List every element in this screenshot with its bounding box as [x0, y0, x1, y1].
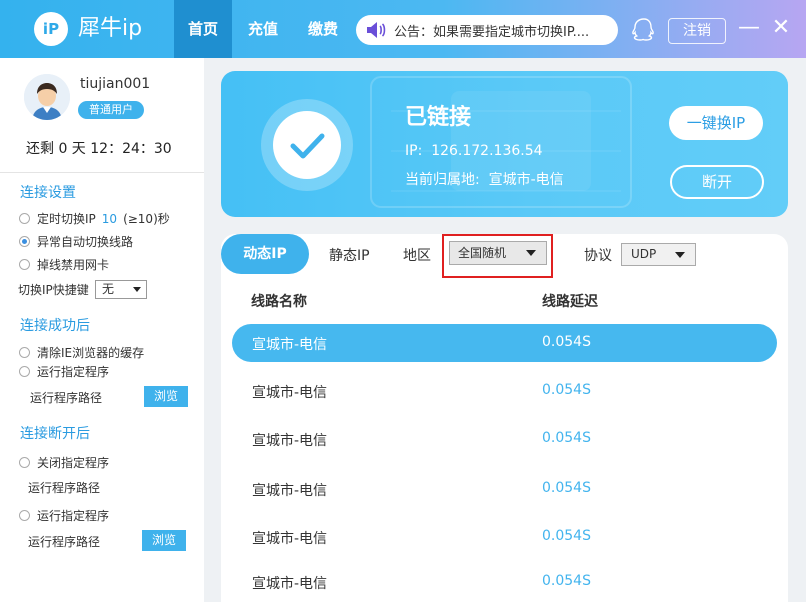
browse-button[interactable]: 浏览	[144, 386, 188, 407]
disable-nic-option[interactable]: 掉线禁用网卡	[19, 256, 109, 273]
connection-status-title: 已链接	[405, 105, 472, 130]
table-row[interactable]: 宣城市-电信 0.054S	[232, 324, 777, 362]
line-name: 宣城市-电信	[252, 531, 328, 547]
line-latency: 0.054S	[542, 382, 591, 398]
sidebar: tiujian001 普通用户 还剩 0 天 12：24：30 连接设置 定时切…	[0, 58, 204, 602]
run-program-radio[interactable]	[19, 510, 30, 521]
table-row[interactable]: 宣城市-电信 0.054S	[232, 470, 777, 508]
connection-status-card: 已链接 IP: 126.172.136.54 当前归属地: 宣城市-电信 一键换…	[221, 71, 788, 217]
disable-nic-label: 掉线禁用网卡	[37, 258, 110, 272]
program-path-label: 运行程序路径	[30, 391, 103, 405]
line-latency: 0.054S	[542, 528, 591, 544]
program-path-label: 运行程序路径	[28, 535, 101, 549]
region-select[interactable]: 全国随机	[449, 241, 547, 265]
speaker-icon	[367, 22, 386, 38]
timed-switch-option[interactable]: 定时切换IP 10 (≥10)秒	[19, 210, 170, 227]
column-header-latency: 线路延迟	[542, 294, 598, 310]
line-name: 宣城市-电信	[252, 433, 328, 449]
table-row[interactable]: 宣城市-电信 0.054S	[232, 563, 777, 601]
minimize-icon[interactable]: —	[736, 14, 762, 42]
protocol-select[interactable]: UDP	[621, 243, 696, 266]
run-program-option[interactable]: 运行指定程序	[19, 507, 109, 524]
table-row[interactable]: 宣城市-电信 0.054S	[232, 518, 777, 556]
disable-nic-radio[interactable]	[19, 259, 30, 270]
tab-dynamic-ip[interactable]: 动态IP	[221, 234, 309, 274]
run-program-option[interactable]: 运行指定程序	[19, 363, 109, 380]
disconnect-button[interactable]: 断开	[670, 165, 764, 199]
chevron-down-icon	[133, 287, 141, 292]
title-bar: iP 犀牛ip 首页 充值 缴费 公告：如果需要指定城市切换IP.... 注销 …	[0, 0, 806, 58]
hotkey-select[interactable]: 无	[95, 280, 147, 299]
line-latency: 0.054S	[542, 334, 591, 350]
line-latency: 0.054S	[542, 573, 591, 589]
auto-switch-option[interactable]: 异常自动切换线路	[19, 233, 133, 250]
timed-switch-label: 定时切换IP	[37, 212, 96, 226]
switch-ip-button[interactable]: 一键换IP	[669, 106, 763, 140]
timed-switch-hint: (≥10)秒	[123, 212, 170, 226]
connect-settings-title: 连接设置	[20, 185, 76, 201]
timed-switch-radio[interactable]	[19, 213, 30, 224]
divider	[0, 172, 204, 173]
clear-ie-cache-label: 清除IE浏览器的缓存	[37, 346, 145, 360]
protocol-label: 协议	[584, 248, 612, 264]
line-name: 宣城市-电信	[252, 385, 328, 401]
close-program-radio[interactable]	[19, 457, 30, 468]
protocol-value: UDP	[631, 247, 657, 261]
line-name: 宣城市-电信	[252, 576, 328, 592]
clear-ie-cache-option[interactable]: 清除IE浏览器的缓存	[19, 344, 144, 361]
chevron-down-icon	[675, 252, 685, 258]
column-header-line-name: 线路名称	[251, 294, 307, 310]
region-label: 地区	[403, 248, 431, 264]
hotkey-label: 切换IP快捷键	[18, 283, 89, 297]
hotkey-value: 无	[102, 282, 115, 296]
on-disconnect-title: 连接断开后	[20, 426, 90, 442]
run-program-label: 运行指定程序	[37, 365, 110, 379]
program-path-label: 运行程序路径	[28, 481, 101, 495]
close-program-label: 关闭指定程序	[37, 456, 110, 470]
clear-ie-cache-radio[interactable]	[19, 347, 30, 358]
nav-payment[interactable]: 缴费	[294, 0, 352, 58]
close-program-option[interactable]: 关闭指定程序	[19, 454, 109, 471]
region-value: 全国随机	[458, 246, 507, 260]
nav-recharge[interactable]: 充值	[234, 0, 292, 58]
run-program-label: 运行指定程序	[37, 509, 110, 523]
line-list-panel: 动态IP 静态IP 地区 全国随机 协议 UDP 线路名称 线路延迟 宣城市-电…	[221, 234, 788, 602]
table-row[interactable]: 宣城市-电信 0.054S	[232, 420, 777, 458]
nav-home[interactable]: 首页	[174, 0, 232, 58]
check-icon	[273, 111, 341, 179]
close-icon[interactable]: ✕	[768, 14, 794, 42]
auto-switch-radio[interactable]	[19, 236, 30, 247]
announcement-bar[interactable]: 公告：如果需要指定城市切换IP....	[356, 15, 618, 45]
username: tiujian001	[80, 76, 151, 92]
brand-name: 犀牛ip	[78, 16, 143, 41]
main-panel: 已链接 IP: 126.172.136.54 当前归属地: 宣城市-电信 一键换…	[204, 58, 806, 602]
line-name: 宣城市-电信	[252, 483, 328, 499]
chevron-down-icon	[526, 250, 536, 256]
logo-icon: iP	[34, 12, 68, 46]
logout-button[interactable]: 注销	[668, 18, 726, 44]
announcement-text: 公告：如果需要指定城市切换IP....	[394, 24, 590, 40]
browse-button[interactable]: 浏览	[142, 530, 186, 551]
run-program-radio[interactable]	[19, 366, 30, 377]
avatar	[24, 74, 70, 120]
qq-icon[interactable]	[632, 17, 656, 43]
user-level-badge: 普通用户	[78, 101, 144, 119]
tab-static-ip[interactable]: 静态IP	[329, 245, 370, 265]
line-latency: 0.054S	[542, 430, 591, 446]
timed-switch-interval[interactable]: 10	[102, 212, 117, 226]
line-name: 宣城市-电信	[252, 337, 328, 353]
on-connect-title: 连接成功后	[20, 318, 90, 334]
auto-switch-label: 异常自动切换线路	[37, 235, 134, 249]
remaining-time: 还剩 0 天 12：24：30	[26, 141, 172, 157]
line-latency: 0.054S	[542, 480, 591, 496]
table-row[interactable]: 宣城市-电信 0.054S	[232, 372, 777, 410]
current-ip: IP: 126.172.136.54	[405, 143, 543, 159]
current-location: 当前归属地: 宣城市-电信	[405, 172, 564, 188]
